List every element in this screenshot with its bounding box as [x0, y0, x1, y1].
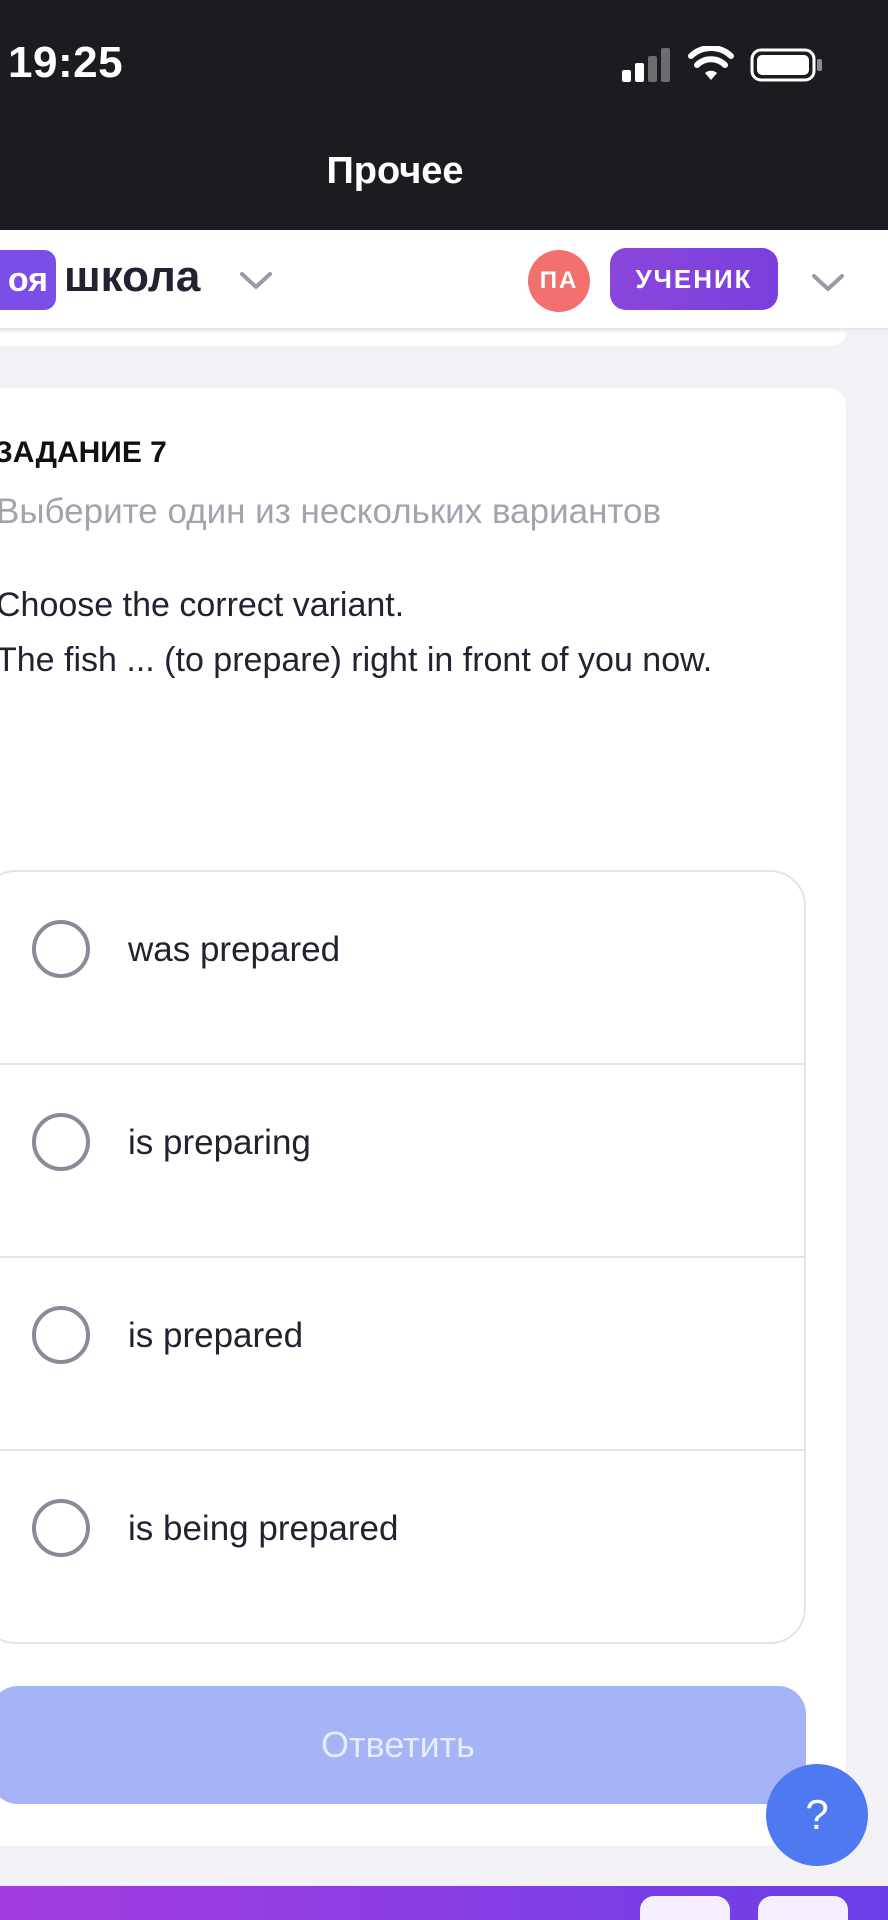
option-label: is being prepared — [128, 1509, 399, 1548]
wifi-icon — [688, 46, 734, 80]
bottom-bar — [0, 1886, 888, 1920]
question-text: Choose the correct variant. The fish ...… — [0, 578, 836, 688]
radio-button[interactable] — [32, 1113, 90, 1171]
battery-icon — [750, 48, 822, 82]
task-hint: Выберите один из нескольких вариантов — [0, 492, 662, 531]
school-name[interactable]: школа — [64, 252, 200, 302]
radio-button[interactable] — [32, 1306, 90, 1364]
option-label: is preparing — [128, 1123, 311, 1162]
option-label: is prepared — [128, 1316, 304, 1355]
radio-button[interactable] — [32, 920, 90, 978]
role-badge[interactable]: УЧЕНИК — [610, 248, 778, 310]
status-time: 19:25 — [8, 38, 124, 87]
chevron-down-icon[interactable] — [236, 266, 276, 294]
task-card: ЗАДАНИЕ 7 Выберите один из нескольких ва… — [0, 388, 846, 1846]
answer-option[interactable]: is being prepared — [0, 1451, 804, 1642]
task-title: ЗАДАНИЕ 7 — [0, 436, 167, 469]
option-label: was prepared — [128, 930, 341, 969]
bottom-tab[interactable] — [758, 1896, 848, 1920]
answer-option[interactable]: is preparing — [0, 1065, 804, 1258]
question-line: The fish ... (to prepare) right in front… — [0, 641, 713, 679]
nav-title: Прочее — [326, 150, 464, 192]
radio-button[interactable] — [32, 1499, 90, 1557]
answer-option[interactable]: is prepared — [0, 1258, 804, 1451]
help-button[interactable]: ? — [766, 1764, 868, 1866]
bottom-tab[interactable] — [640, 1896, 730, 1920]
avatar[interactable]: ПА — [528, 250, 590, 312]
answer-option[interactable]: was prepared — [0, 872, 804, 1065]
question-line: Choose the correct variant. — [0, 586, 405, 624]
logo-chip[interactable]: оя — [0, 250, 56, 310]
submit-button[interactable]: Ответить — [0, 1686, 806, 1804]
header-strip — [0, 332, 846, 346]
chevron-down-icon[interactable] — [808, 268, 848, 296]
signal-icon — [622, 48, 670, 82]
top-bar: 19:25 Прочее — [0, 0, 888, 230]
answer-options: was prepared is preparing is prepared is… — [0, 870, 806, 1644]
